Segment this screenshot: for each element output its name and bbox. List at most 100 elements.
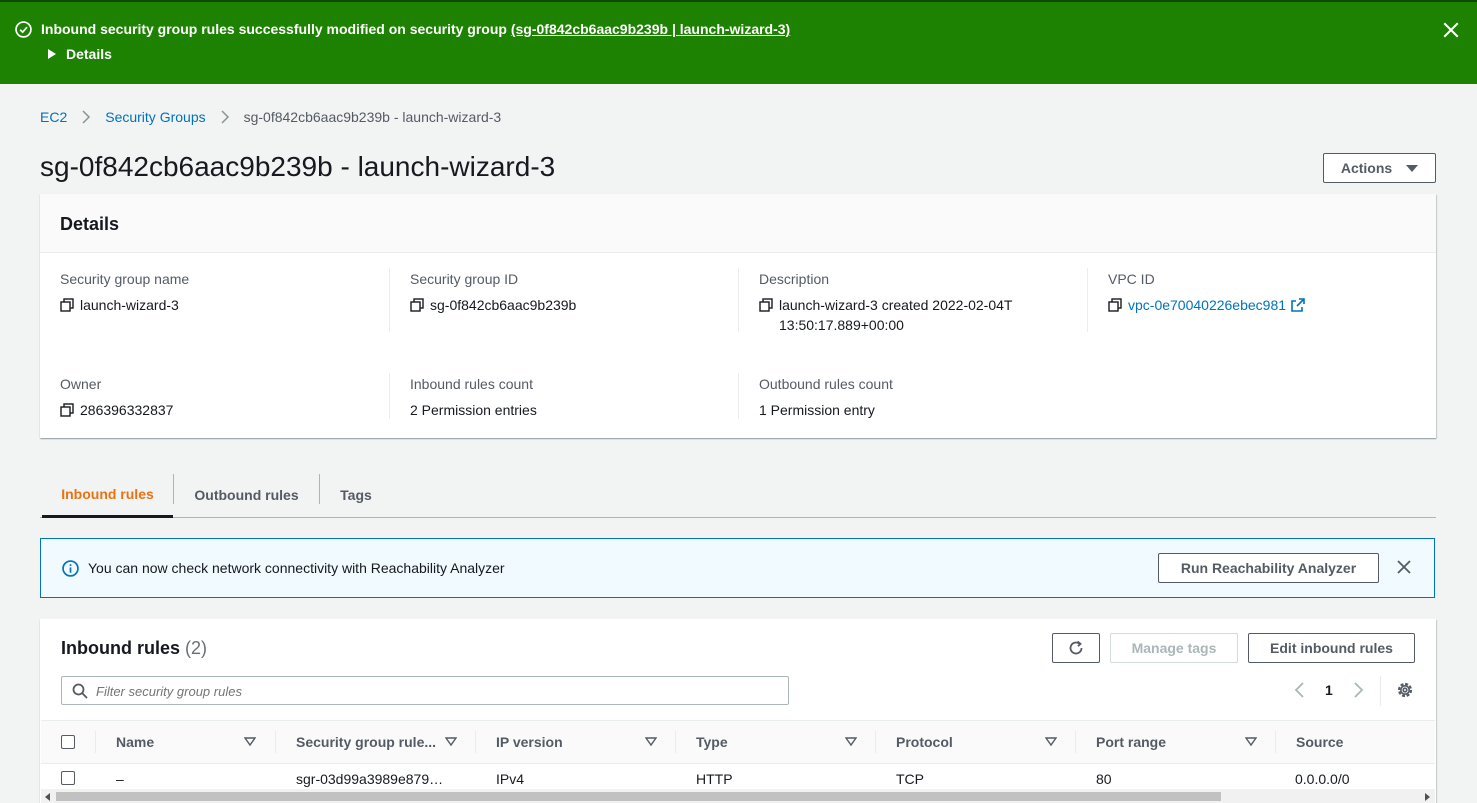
horizontal-scrollbar[interactable] xyxy=(41,789,1435,803)
vpc-id-link[interactable]: vpc-0e70040226ebec981 xyxy=(1128,295,1286,315)
sort-down-icon xyxy=(244,737,256,747)
success-check-icon xyxy=(15,21,32,38)
chevron-right-icon xyxy=(221,110,229,124)
filter-rules-input[interactable] xyxy=(96,681,776,701)
field-label: Security group name xyxy=(60,271,190,287)
tab-bar: Inbound rules Outbound rules Tags xyxy=(40,473,1436,518)
tab-outbound-rules[interactable]: Outbound rules xyxy=(174,473,319,517)
column-divider xyxy=(1087,268,1088,332)
column-label: Name xyxy=(116,734,155,750)
flash-security-group-link[interactable]: (sg-0f842cb6aac9b239b | launch-wizard-3) xyxy=(511,21,790,37)
refresh-icon xyxy=(1069,640,1083,655)
field-security-group-id: Security group ID sg-0f842cb6aac9b239b xyxy=(410,271,576,315)
field-value: launch-wizard-3 created 2022-02-04T13:50… xyxy=(779,297,1013,333)
rules-table-header: Name Security group rule... IP version T… xyxy=(41,720,1435,764)
chevron-right-icon[interactable] xyxy=(1353,682,1365,698)
row-checkbox[interactable] xyxy=(61,771,75,785)
rules-title-text: Inbound rules xyxy=(61,638,180,658)
copy-icon[interactable] xyxy=(1108,298,1122,312)
cell-rule-id[interactable]: sgr-03d99a3989e879… xyxy=(296,771,443,787)
rules-count: (2) xyxy=(185,638,208,658)
field-label: Owner xyxy=(60,376,102,392)
breadcrumb-current: sg-0f842cb6aac9b239b - launch-wizard-3 xyxy=(243,109,502,125)
column-label: Protocol xyxy=(896,734,953,750)
field-label: Security group ID xyxy=(410,271,519,287)
column-label: Source xyxy=(1296,734,1344,750)
column-divider xyxy=(389,268,390,332)
page-title: sg-0f842cb6aac9b239b - launch-wizard-3 xyxy=(40,151,556,182)
field-owner: Owner 286396332837 xyxy=(60,376,173,420)
gear-icon[interactable] xyxy=(1396,681,1414,699)
cell-port-range: 80 xyxy=(1096,771,1112,787)
actions-button[interactable]: Actions xyxy=(1323,153,1436,183)
sort-down-icon xyxy=(845,737,857,747)
column-header-rule-id[interactable]: Security group rule... xyxy=(296,721,476,763)
select-all-checkbox[interactable] xyxy=(61,735,75,749)
column-header-type[interactable]: Type xyxy=(696,721,876,763)
sort-down-icon xyxy=(1045,737,1057,747)
caret-down-icon xyxy=(1406,164,1419,172)
flash-details-toggle[interactable]: Details xyxy=(48,46,112,62)
copy-icon[interactable] xyxy=(60,403,74,417)
column-header-name[interactable]: Name xyxy=(116,721,276,763)
chevron-right-icon xyxy=(82,110,91,124)
breadcrumb-security-groups[interactable]: Security Groups xyxy=(105,109,205,125)
column-divider xyxy=(1275,731,1276,753)
field-label: VPC ID xyxy=(1108,271,1155,287)
sort-down-icon xyxy=(645,737,657,747)
column-header-protocol[interactable]: Protocol xyxy=(896,721,1076,763)
cell-protocol: TCP xyxy=(896,771,924,787)
column-header-ip-version[interactable]: IP version xyxy=(496,721,676,763)
column-divider xyxy=(675,731,676,753)
column-divider xyxy=(475,731,476,753)
column-header-port-range[interactable]: Port range xyxy=(1096,721,1276,763)
field-label: Outbound rules count xyxy=(759,376,893,392)
edit-inbound-rules-button[interactable]: Edit inbound rules xyxy=(1248,633,1415,663)
filter-rules-field[interactable] xyxy=(61,676,789,705)
flash-details-label: Details xyxy=(66,46,112,62)
copy-icon[interactable] xyxy=(60,298,74,312)
copy-icon[interactable] xyxy=(759,298,773,312)
info-banner-text: You can now check network connectivity w… xyxy=(88,560,505,576)
copy-icon[interactable] xyxy=(410,298,424,312)
scroll-left-icon[interactable] xyxy=(45,793,50,801)
cell-name: – xyxy=(116,771,124,787)
scroll-right-icon[interactable] xyxy=(1425,793,1430,801)
run-reachability-analyzer-button[interactable]: Run Reachability Analyzer xyxy=(1158,553,1379,583)
flash-message-text: Inbound security group rules successfull… xyxy=(41,21,511,37)
column-divider xyxy=(875,731,876,753)
close-icon[interactable] xyxy=(1397,560,1411,574)
column-label: IP version xyxy=(496,734,563,750)
actions-button-label: Actions xyxy=(1340,160,1393,176)
column-label: Port range xyxy=(1096,734,1167,750)
tab-inbound-rules[interactable]: Inbound rules xyxy=(42,473,173,518)
manage-tags-button[interactable]: Manage tags xyxy=(1110,633,1238,663)
sort-down-icon xyxy=(445,737,457,747)
tab-tags[interactable]: Tags xyxy=(320,473,392,517)
field-security-group-name: Security group name launch-wizard-3 xyxy=(60,271,189,315)
external-link-icon[interactable] xyxy=(1291,298,1305,312)
column-divider xyxy=(95,731,96,753)
field-inbound-rules-count: Inbound rules count 2 Permission entries xyxy=(410,376,537,420)
chevron-left-icon[interactable] xyxy=(1293,682,1305,698)
refresh-button[interactable] xyxy=(1052,633,1100,663)
field-value: sg-0f842cb6aac9b239b xyxy=(430,297,577,313)
column-divider xyxy=(1075,731,1076,753)
column-label: Type xyxy=(696,734,728,750)
field-label: Inbound rules count xyxy=(410,376,533,392)
column-label: Security group rule... xyxy=(296,734,437,750)
close-icon[interactable] xyxy=(1442,21,1460,39)
page-number[interactable]: 1 xyxy=(1325,682,1333,698)
scrollbar-thumb[interactable] xyxy=(56,792,1221,801)
breadcrumb: EC2 Security Groups sg-0f842cb6aac9b239b… xyxy=(40,109,501,125)
column-header-source[interactable]: Source xyxy=(1296,721,1416,763)
field-outbound-rules-count: Outbound rules count 1 Permission entry xyxy=(759,376,893,420)
field-vpc-id: VPC ID vpc-0e70040226ebec981 xyxy=(1108,271,1305,315)
flash-message: Inbound security group rules successfull… xyxy=(41,21,790,37)
caret-right-icon xyxy=(48,49,56,59)
column-divider xyxy=(389,373,390,419)
field-value: 286396332837 xyxy=(80,402,174,418)
breadcrumb-ec2[interactable]: EC2 xyxy=(40,109,67,125)
pager-divider xyxy=(1380,676,1381,706)
sort-down-icon xyxy=(1245,737,1257,747)
